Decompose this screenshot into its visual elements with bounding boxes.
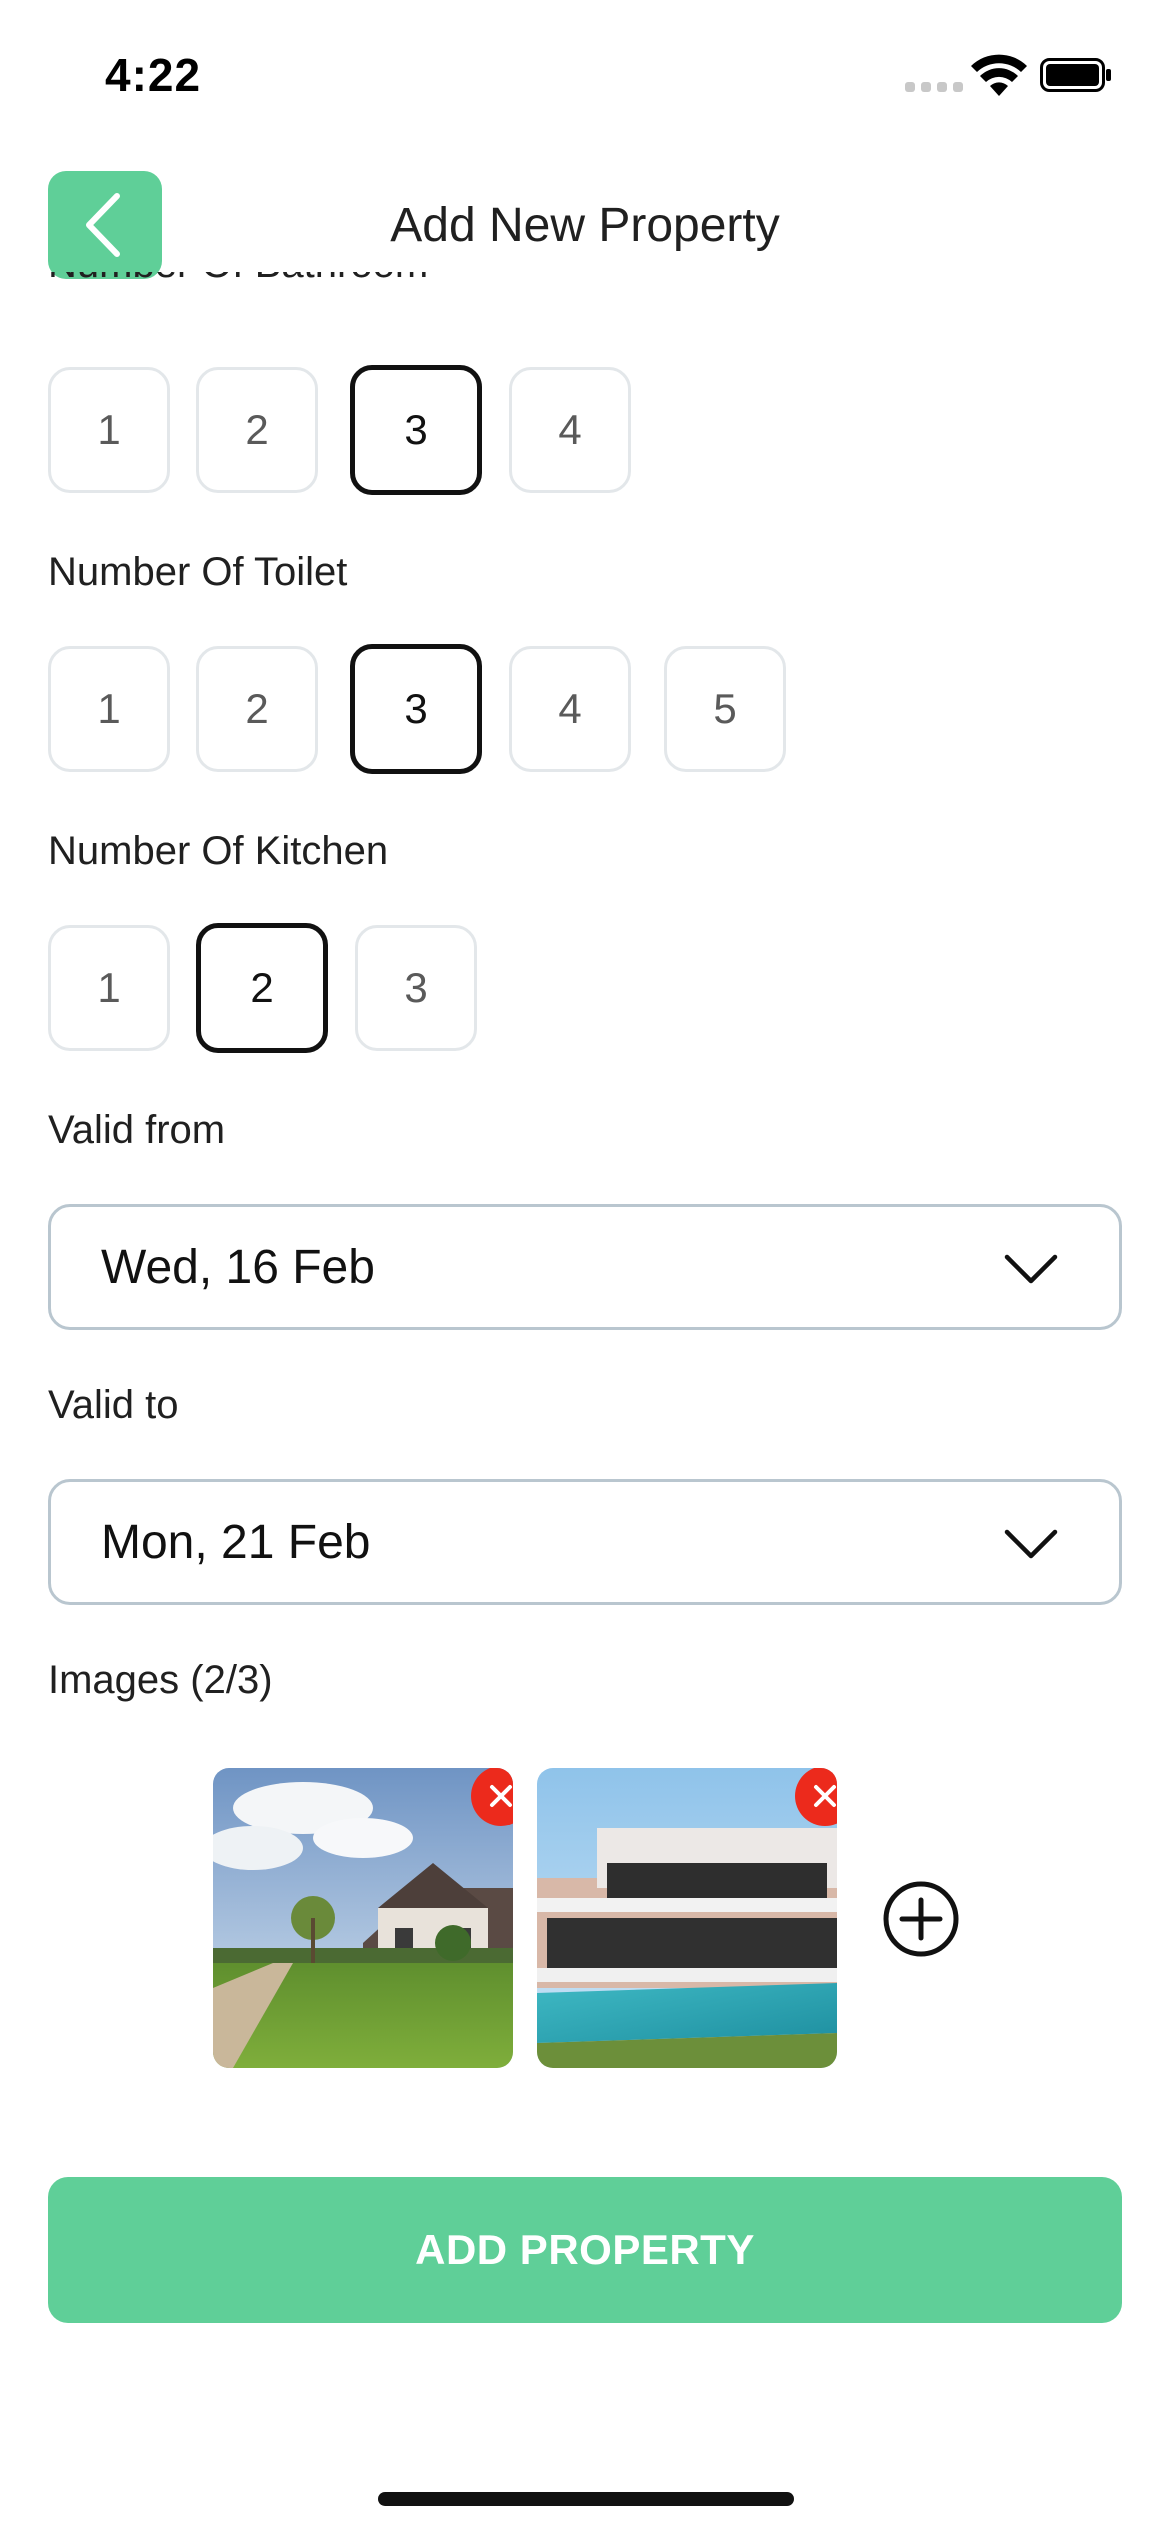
bathroom-option-3[interactable]: 3 — [350, 365, 482, 495]
add-property-button[interactable]: ADD PROPERTY — [48, 2177, 1122, 2323]
valid-from-dropdown[interactable]: Wed, 16 Feb — [48, 1204, 1122, 1330]
toilet-option-2[interactable]: 2 — [196, 646, 318, 772]
wifi-icon — [971, 54, 1027, 96]
bathroom-option-2[interactable]: 2 — [196, 367, 318, 493]
valid-to-label: Valid to — [48, 1383, 179, 1427]
chevron-down-icon — [1004, 1254, 1058, 1284]
close-icon — [490, 1785, 512, 1807]
bathroom-label: Number Of Bathroom — [48, 272, 428, 318]
kitchen-option-3[interactable]: 3 — [355, 925, 477, 1051]
bathroom-option-1[interactable]: 1 — [48, 367, 170, 493]
kitchen-label: Number Of Kitchen — [48, 829, 389, 873]
modern-villa-pool-photo — [537, 1768, 837, 2068]
page-title: Add New Property — [390, 199, 780, 252]
status-time: 4:22 — [105, 49, 202, 101]
bathroom-option-4[interactable]: 4 — [509, 367, 631, 493]
back-button[interactable] — [48, 171, 162, 279]
valid-from-value: Wed, 16 Feb — [101, 1240, 375, 1294]
valid-to-dropdown[interactable]: Mon, 21 Feb — [48, 1479, 1122, 1605]
cellular-signal-icon — [905, 82, 963, 92]
chevron-left-icon — [86, 193, 120, 257]
valid-from-label: Valid from — [48, 1108, 226, 1152]
battery-icon — [1040, 58, 1111, 92]
toilet-option-1[interactable]: 1 — [48, 646, 170, 772]
toilet-label: Number Of Toilet — [48, 550, 348, 594]
house-photo — [213, 1768, 513, 2068]
valid-to-value: Mon, 21 Feb — [101, 1515, 371, 1569]
kitchen-option-2[interactable]: 2 — [196, 923, 328, 1053]
close-icon — [814, 1785, 836, 1807]
images-label: Images (2/3) — [48, 1658, 273, 1702]
toilet-option-3[interactable]: 3 — [350, 644, 482, 774]
plus-circle-icon[interactable] — [882, 1880, 960, 1958]
kitchen-option-1[interactable]: 1 — [48, 925, 170, 1051]
home-indicator — [378, 2492, 794, 2506]
toilet-option-5[interactable]: 5 — [664, 646, 786, 772]
chevron-down-icon — [1004, 1529, 1058, 1559]
toilet-option-4[interactable]: 4 — [509, 646, 631, 772]
